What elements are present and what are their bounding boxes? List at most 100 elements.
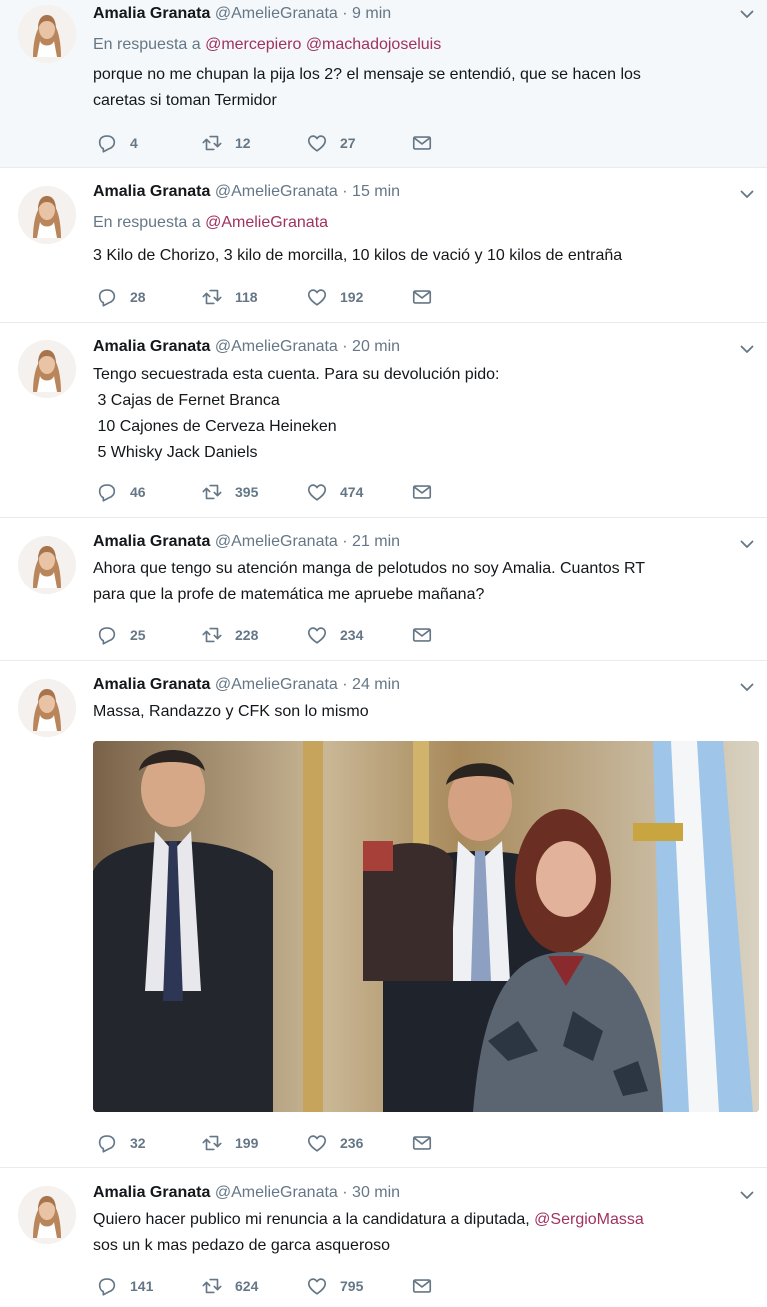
mention-link[interactable]: @AmelieGranata (205, 214, 328, 231)
like-button[interactable]: 192 (306, 286, 363, 308)
chevron-down-icon[interactable] (739, 536, 755, 552)
tweet[interactable]: Amalia Granata @AmelieGranata · 15 min E… (0, 168, 767, 323)
timestamp[interactable]: 30 min (352, 1184, 400, 1201)
direct-message-button[interactable] (411, 286, 445, 308)
separator-dot: · (342, 5, 348, 22)
like-button[interactable]: 474 (306, 481, 363, 503)
direct-message-icon (411, 481, 433, 503)
avatar[interactable] (18, 340, 76, 398)
reply-button[interactable]: 4 (96, 132, 138, 154)
like-count: 27 (340, 135, 356, 151)
retweet-count: 12 (235, 135, 251, 151)
retweet-icon (201, 1275, 223, 1297)
reply-context: En respuesta a @AmelieGranata (93, 213, 328, 233)
direct-message-icon (411, 624, 433, 646)
mention-link[interactable]: @machadojoseluis (306, 36, 441, 53)
tweet-text: Massa, Randazzo y CFK son lo mismo (93, 699, 743, 725)
tweet-actions: 141 624 795 (96, 1275, 456, 1297)
author-handle[interactable]: @AmelieGranata (215, 183, 338, 200)
author-handle[interactable]: @AmelieGranata (215, 5, 338, 22)
chevron-down-icon[interactable] (739, 1187, 755, 1203)
reply-button[interactable]: 25 (96, 624, 146, 646)
avatar[interactable] (18, 5, 76, 63)
tweet-header: Amalia Granata @AmelieGranata · 20 min (93, 337, 400, 357)
retweet-icon (201, 624, 223, 646)
tweet-actions: 32 199 236 (96, 1132, 456, 1154)
mention-link[interactable]: @mercepiero (205, 36, 301, 53)
reply-count: 141 (130, 1278, 154, 1294)
author-handle[interactable]: @AmelieGranata (215, 676, 338, 693)
chevron-down-icon[interactable] (739, 341, 755, 357)
timestamp[interactable]: 21 min (352, 533, 400, 550)
like-count: 236 (340, 1135, 364, 1151)
like-button[interactable]: 234 (306, 624, 363, 646)
author-handle[interactable]: @AmelieGranata (215, 533, 338, 550)
tweet[interactable]: Amalia Granata @AmelieGranata · 21 min A… (0, 518, 767, 661)
like-button[interactable]: 795 (306, 1275, 363, 1297)
author-handle[interactable]: @AmelieGranata (215, 338, 338, 355)
direct-message-button[interactable] (411, 132, 445, 154)
retweet-icon (201, 132, 223, 154)
text-line-start: Quiero hacer publico mi renuncia a la ca… (93, 1211, 535, 1228)
tweet[interactable]: Amalia Granata @AmelieGranata · 9 min En… (0, 0, 767, 168)
like-count: 192 (340, 289, 364, 305)
author-name[interactable]: Amalia Granata (93, 338, 210, 355)
direct-message-icon (411, 1275, 433, 1297)
author-handle[interactable]: @AmelieGranata (215, 1184, 338, 1201)
reply-button[interactable]: 28 (96, 286, 146, 308)
direct-message-button[interactable] (411, 481, 445, 503)
direct-message-button[interactable] (411, 1275, 445, 1297)
retweet-button[interactable]: 395 (201, 481, 258, 503)
tweet-actions: 46 395 474 (96, 481, 456, 503)
reply-icon (96, 132, 118, 154)
reply-icon (96, 1132, 118, 1154)
author-name[interactable]: Amalia Granata (93, 1184, 210, 1201)
tweet-text: Ahora que tengo su atención manga de pel… (93, 556, 743, 608)
text-line: Quiero hacer publico mi renuncia a la ca… (93, 1207, 743, 1233)
author-name[interactable]: Amalia Granata (93, 183, 210, 200)
avatar[interactable] (18, 186, 76, 244)
timestamp[interactable]: 9 min (352, 5, 391, 22)
tweet[interactable]: Amalia Granata @AmelieGranata · 20 min T… (0, 323, 767, 518)
direct-message-button[interactable] (411, 1132, 445, 1154)
text-line: 5 Whisky Jack Daniels (93, 444, 258, 461)
author-name[interactable]: Amalia Granata (93, 533, 210, 550)
reply-button[interactable]: 141 (96, 1275, 153, 1297)
tweet[interactable]: Amalia Granata @AmelieGranata · 30 min Q… (0, 1168, 767, 1307)
text-line: porque no me chupan la pija los 2? el me… (93, 66, 641, 83)
author-name[interactable]: Amalia Granata (93, 676, 210, 693)
timestamp[interactable]: 20 min (352, 338, 400, 355)
retweet-button[interactable]: 199 (201, 1132, 258, 1154)
text-line: 3 Kilo de Chorizo, 3 kilo de morcilla, 1… (93, 247, 623, 264)
avatar[interactable] (18, 679, 76, 737)
chevron-down-icon[interactable] (739, 6, 755, 22)
timestamp[interactable]: 15 min (352, 183, 400, 200)
like-button[interactable]: 27 (306, 132, 356, 154)
reply-icon (96, 1275, 118, 1297)
retweet-button[interactable]: 624 (201, 1275, 258, 1297)
avatar[interactable] (18, 1186, 76, 1244)
tweet-header: Amalia Granata @AmelieGranata · 15 min (93, 182, 400, 202)
reply-button[interactable]: 32 (96, 1132, 146, 1154)
direct-message-button[interactable] (411, 624, 445, 646)
tweet-actions: 28 118 192 (96, 286, 456, 308)
tweet-actions: 4 12 27 (96, 132, 456, 154)
retweet-button[interactable]: 118 (201, 286, 258, 308)
like-button[interactable]: 236 (306, 1132, 363, 1154)
reply-icon (96, 481, 118, 503)
mention-link[interactable]: @SergioMassa (534, 1211, 644, 1228)
like-icon (306, 132, 328, 154)
like-icon (306, 1275, 328, 1297)
chevron-down-icon[interactable] (739, 186, 755, 202)
retweet-icon (201, 481, 223, 503)
direct-message-icon (411, 132, 433, 154)
tweet-photo[interactable] (93, 741, 759, 1112)
retweet-button[interactable]: 228 (201, 624, 258, 646)
avatar[interactable] (18, 536, 76, 594)
text-line: Ahora que tengo su atención manga de pel… (93, 560, 646, 577)
reply-button[interactable]: 46 (96, 481, 146, 503)
timestamp[interactable]: 24 min (352, 676, 400, 693)
chevron-down-icon[interactable] (739, 679, 755, 695)
author-name[interactable]: Amalia Granata (93, 5, 210, 22)
retweet-button[interactable]: 12 (201, 132, 251, 154)
